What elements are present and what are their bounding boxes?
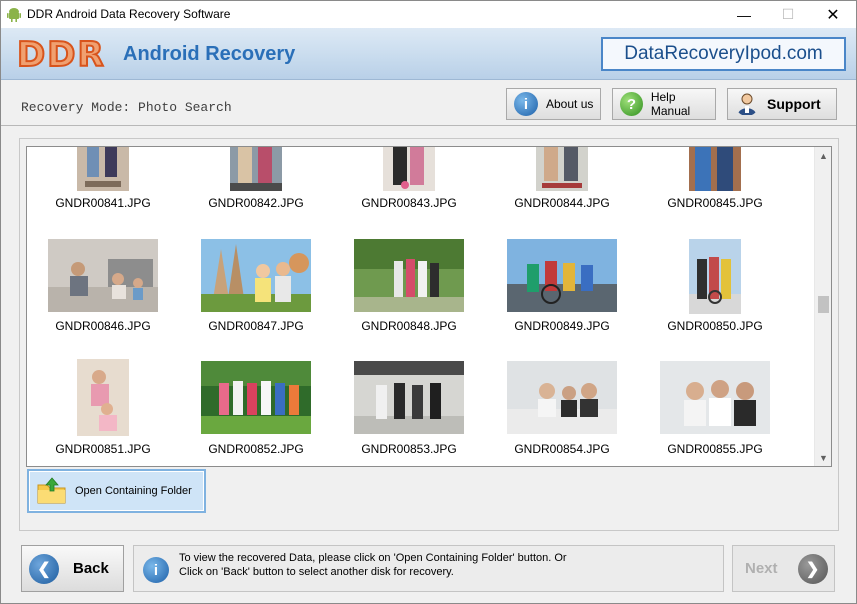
- photo-filename: GNDR00843.JPG: [361, 196, 457, 210]
- photo-filename: GNDR00846.JPG: [55, 319, 151, 333]
- scroll-up-arrow-icon[interactable]: ▲: [815, 147, 831, 164]
- photo-thumbnail[interactable]: [383, 147, 435, 191]
- photo-gallery[interactable]: GNDR00841.JPG GNDR00842.JPG GNDR00843.JP…: [26, 146, 832, 467]
- photo-thumbnail[interactable]: [660, 361, 770, 434]
- info-icon: i: [514, 92, 538, 116]
- photo-thumbnail[interactable]: [201, 239, 311, 312]
- photo-filename: GNDR00841.JPG: [55, 196, 151, 210]
- photo-filename: GNDR00852.JPG: [208, 442, 304, 456]
- photo-thumbnail[interactable]: [77, 147, 129, 191]
- info-message-line-1: To view the recovered Data, please click…: [179, 552, 567, 564]
- website-link[interactable]: DataRecoveryIpod.com: [601, 37, 846, 71]
- back-button[interactable]: ❮ Back: [21, 545, 124, 592]
- android-icon: [7, 8, 21, 22]
- photo-thumbnail[interactable]: [354, 361, 464, 434]
- photo-filename: GNDR00847.JPG: [208, 319, 304, 333]
- about-us-label: About us: [546, 97, 594, 111]
- app-name: Android Recovery: [123, 43, 296, 65]
- support-button[interactable]: Support: [727, 88, 837, 120]
- support-label: Support: [767, 96, 821, 112]
- help-manual-label: Help Manual: [650, 90, 691, 118]
- photo-thumbnail[interactable]: [507, 361, 617, 434]
- folder-icon: [37, 477, 66, 504]
- photo-filename: GNDR00849.JPG: [514, 319, 610, 333]
- open-containing-folder-button[interactable]: Open Containing Folder: [27, 469, 206, 513]
- next-label: Next: [745, 560, 778, 577]
- photo-thumbnail[interactable]: [201, 361, 311, 434]
- question-icon: ?: [620, 92, 643, 116]
- recovery-mode-label: Recovery Mode: Photo Search: [21, 100, 232, 115]
- photo-thumbnail[interactable]: [77, 359, 129, 436]
- header-banner: DDR Android Recovery DataRecoveryIpod.co…: [1, 28, 856, 80]
- photo-filename: GNDR00854.JPG: [514, 442, 610, 456]
- back-label: Back: [73, 560, 109, 577]
- app-window: DDR Android Data Recovery Software — ☐ ✕…: [0, 0, 857, 604]
- help-manual-button[interactable]: ? Help Manual: [612, 88, 716, 120]
- close-button[interactable]: ✕: [810, 1, 856, 28]
- person-icon: [738, 93, 756, 115]
- ddr-logo: DDR: [16, 34, 106, 76]
- photo-thumbnail[interactable]: [48, 239, 158, 312]
- info-message-bar: i To view the recovered Data, please cli…: [133, 545, 724, 592]
- toolbar: Recovery Mode: Photo Search i About us ?…: [1, 80, 856, 126]
- maximize-button[interactable]: ☐: [765, 1, 811, 28]
- open-folder-label: Open Containing Folder: [75, 485, 192, 497]
- right-arrow-icon: ❯: [797, 553, 828, 584]
- info-icon: i: [143, 557, 169, 583]
- gallery-scrollbar[interactable]: ▲ ▼: [814, 147, 831, 466]
- next-button[interactable]: Next ❯: [732, 545, 835, 592]
- info-message-line-2: Click on 'Back' button to select another…: [179, 566, 454, 578]
- photo-thumbnail[interactable]: [230, 147, 282, 191]
- photo-filename: GNDR00842.JPG: [208, 196, 304, 210]
- photo-filename: GNDR00851.JPG: [55, 442, 151, 456]
- photo-thumbnail[interactable]: [536, 147, 588, 191]
- photo-filename: GNDR00850.JPG: [667, 319, 763, 333]
- window-title: DDR Android Data Recovery Software: [27, 7, 231, 21]
- photo-filename: GNDR00855.JPG: [667, 442, 763, 456]
- scroll-down-arrow-icon[interactable]: ▼: [815, 449, 831, 466]
- about-us-button[interactable]: i About us: [506, 88, 601, 120]
- photo-thumbnail[interactable]: [354, 239, 464, 312]
- photo-filename: GNDR00844.JPG: [514, 196, 610, 210]
- left-arrow-icon: ❮: [29, 553, 59, 584]
- photo-thumbnail[interactable]: [689, 147, 741, 191]
- photo-thumbnail[interactable]: [507, 239, 617, 312]
- scrollbar-thumb[interactable]: [818, 296, 829, 313]
- minimize-button[interactable]: —: [721, 1, 767, 28]
- photo-filename: GNDR00853.JPG: [361, 442, 457, 456]
- photo-filename: GNDR00845.JPG: [667, 196, 763, 210]
- title-bar: DDR Android Data Recovery Software — ☐ ✕: [1, 1, 856, 28]
- photo-thumbnail[interactable]: [689, 239, 741, 314]
- info-message: To view the recovered Data, please click…: [179, 551, 719, 579]
- photo-filename: GNDR00848.JPG: [361, 319, 457, 333]
